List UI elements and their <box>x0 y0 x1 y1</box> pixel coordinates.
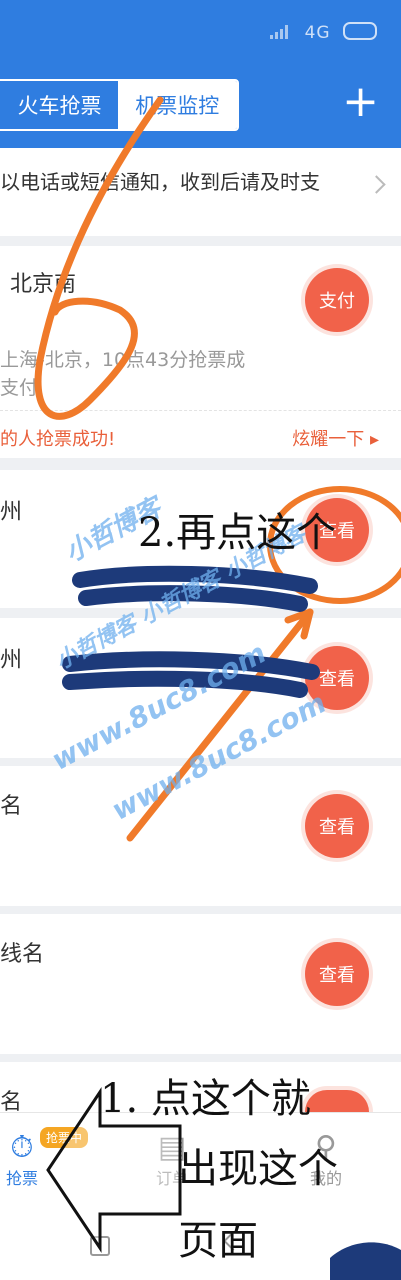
chevron-right-icon <box>367 175 386 194</box>
share-banner[interactable]: 的人抢票成功! 炫耀一下 ▸ <box>0 410 401 461</box>
network-label: 4G <box>304 23 331 43</box>
plus-icon[interactable]: + <box>342 78 379 126</box>
signal-icon <box>270 25 292 39</box>
pay-button[interactable]: 支付 <box>305 268 369 332</box>
banner-text: 的人抢票成功! <box>0 429 116 450</box>
tab-grab-label: 抢票 <box>5 1169 38 1188</box>
card-detail-2: 支付 <box>0 377 39 399</box>
mode-switch: 火车抢票 机票监控 <box>0 79 239 131</box>
annotation-step1-line2: 出现这个 <box>178 1146 338 1192</box>
view-button[interactable] <box>305 1090 369 1112</box>
order-card[interactable]: 北京南 支付 上海-北京，10点43分抢票成 支付 的人抢票成功! 炫耀一下 ▸ <box>0 246 401 458</box>
annotation-step2: 2.再点这个 <box>138 510 337 556</box>
grabbing-badge: 抢票中 <box>40 1127 89 1148</box>
app-header: 4G 火车抢票 机票监控 + <box>0 0 401 148</box>
card-title: 州 <box>0 648 23 673</box>
annotation-step1: 1. 点这个就 <box>100 1076 311 1122</box>
status-bar: 4G <box>270 22 377 43</box>
card-title: 线名 <box>0 942 45 967</box>
tab-flight-monitor[interactable]: 机票监控 <box>117 81 237 129</box>
order-card[interactable]: 名 查看 <box>0 766 401 906</box>
card-detail: 上海-北京，10点43分抢票成 <box>0 349 246 371</box>
card-title: 名 <box>0 794 23 819</box>
order-card[interactable]: 线名 查看 <box>0 914 401 1054</box>
card-title: 州 <box>0 500 23 525</box>
tab-train-grab[interactable]: 火车抢票 <box>0 81 118 129</box>
view-button[interactable]: 查看 <box>305 942 369 1006</box>
show-off-link[interactable]: 炫耀一下 ▸ <box>292 425 379 451</box>
view-button[interactable]: 查看 <box>305 794 369 858</box>
battery-icon <box>343 22 377 40</box>
card-title: 北京南 <box>10 272 77 297</box>
home-icon[interactable] <box>90 1236 110 1256</box>
annotation-step1-line3: 页面 <box>178 1218 258 1264</box>
notice-text: 以电话或短信通知，收到后请及时支 <box>0 170 320 194</box>
notice-bar[interactable]: 以电话或短信通知，收到后请及时支 <box>0 148 401 236</box>
